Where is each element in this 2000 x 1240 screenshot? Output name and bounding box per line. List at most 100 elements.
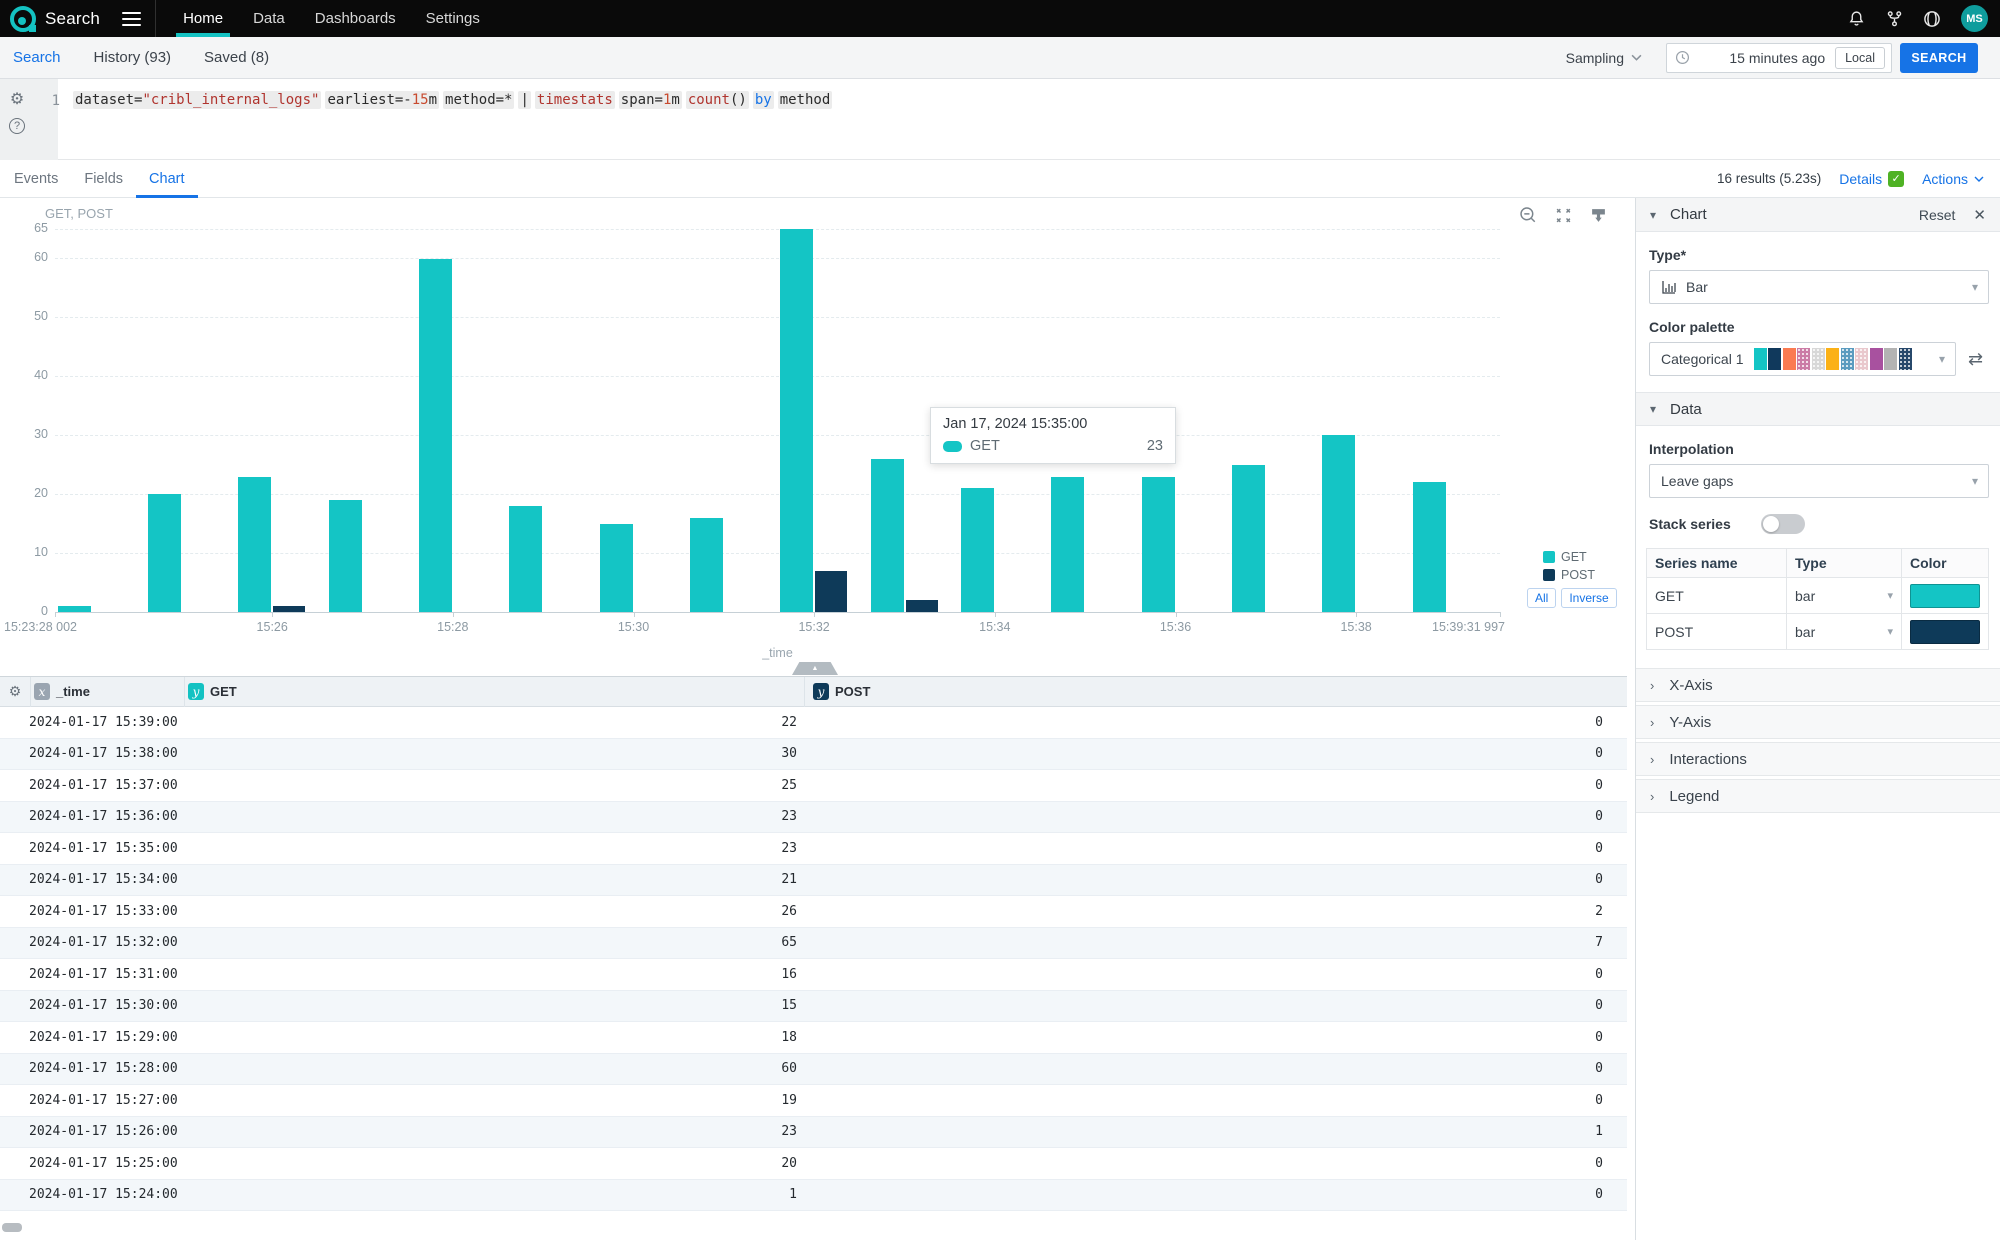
query-token: span=1m: [619, 91, 682, 109]
palette-swatch: [1797, 348, 1810, 370]
chart-type-select[interactable]: Bar ▾: [1649, 270, 1989, 304]
table-row[interactable]: 2024-01-17 15:28:00600: [0, 1054, 1627, 1086]
tab-events[interactable]: Events: [1, 160, 71, 198]
bar-get-15:39[interactable]: [1413, 482, 1446, 612]
data-section-header[interactable]: ▾ Data: [1636, 392, 2000, 426]
bar-get-15:24[interactable]: [58, 606, 91, 612]
bar-get-15:36[interactable]: [1142, 477, 1175, 613]
query-tokens[interactable]: dataset="cribl_internal_logs"earliest=-1…: [73, 92, 836, 108]
splitter-handle[interactable]: ▲: [792, 662, 838, 675]
tab-fields[interactable]: Fields: [71, 160, 136, 198]
subheader-right: Sampling 15 minutes ago Local SEARCH: [1566, 43, 2000, 73]
bar-get-15:37[interactable]: [1232, 465, 1265, 612]
bar-get-15:29[interactable]: [509, 506, 542, 612]
bar-get-15:33[interactable]: [871, 459, 904, 612]
bar-post-15:33[interactable]: [906, 600, 938, 612]
details-link[interactable]: Details ✓: [1839, 171, 1904, 187]
bar-get-15:26[interactable]: [238, 477, 271, 613]
query-editor[interactable]: ⚙ ? 1 dataset="cribl_internal_logs"earli…: [0, 79, 2000, 160]
table-row[interactable]: 2024-01-17 15:32:00657: [0, 928, 1627, 960]
search-button[interactable]: SEARCH: [1900, 43, 1978, 73]
legend-item-post[interactable]: POST: [1543, 568, 1617, 582]
swap-palette-icon[interactable]: ⇄: [1968, 349, 1983, 370]
help-ball-icon[interactable]: [1923, 10, 1941, 28]
interpolation-select[interactable]: Leave gaps ▾: [1649, 464, 1989, 498]
git-branch-icon[interactable]: [1885, 10, 1903, 28]
series-header-type: Type: [1787, 549, 1902, 577]
section-interactions[interactable]: ›Interactions: [1636, 742, 2000, 776]
actions-dropdown[interactable]: Actions: [1922, 171, 1984, 187]
style-brush-icon[interactable]: [1588, 205, 1608, 225]
bar-get-15:34[interactable]: [961, 488, 994, 612]
bar-get-15:25[interactable]: [148, 494, 181, 612]
bar-get-15:27[interactable]: [329, 500, 362, 612]
table-row[interactable]: 2024-01-17 15:35:00230: [0, 833, 1627, 865]
x-axis-end-tick: [1500, 612, 1501, 617]
legend-all-button[interactable]: All: [1527, 588, 1556, 608]
nav-item-data[interactable]: Data: [238, 0, 300, 37]
hamburger-menu-icon[interactable]: [122, 12, 141, 26]
section-y-axis[interactable]: ›Y-Axis: [1636, 705, 2000, 739]
color-palette-select[interactable]: Categorical 1 ▾: [1649, 342, 1956, 376]
section-legend[interactable]: ›Legend: [1636, 779, 2000, 813]
table-row[interactable]: 2024-01-17 15:25:00200: [0, 1148, 1627, 1180]
column-header-post[interactable]: yPOST: [805, 677, 1627, 707]
nav-item-home[interactable]: Home: [168, 0, 238, 37]
time-range-picker[interactable]: 15 minutes ago Local: [1666, 43, 1892, 73]
bar-get-15:31[interactable]: [690, 518, 723, 612]
table-settings-gear-icon[interactable]: ⚙: [0, 677, 31, 707]
legend-inverse-button[interactable]: Inverse: [1561, 588, 1616, 608]
nav-item-dashboards[interactable]: Dashboards: [300, 0, 411, 37]
legend-item-get[interactable]: GET: [1543, 550, 1617, 564]
table-row[interactable]: 2024-01-17 15:39:00220: [0, 707, 1627, 739]
table-row[interactable]: 2024-01-17 15:31:00160: [0, 959, 1627, 991]
zoom-out-icon[interactable]: [1518, 205, 1538, 225]
close-icon[interactable]: ✕: [1973, 206, 1986, 224]
editor-help-icon[interactable]: ?: [7, 116, 27, 136]
bar-get-15:38[interactable]: [1322, 435, 1355, 612]
table-row[interactable]: 2024-01-17 15:29:00180: [0, 1022, 1627, 1054]
bar-post-15:32[interactable]: [815, 571, 847, 612]
table-row[interactable]: 2024-01-17 15:34:00210: [0, 865, 1627, 897]
x-axis-tick-label: 15:34: [955, 620, 1035, 634]
x-axis-tick: [1356, 612, 1357, 617]
bar-get-15:28[interactable]: [419, 259, 452, 613]
series-color-swatch[interactable]: [1910, 620, 1980, 644]
series-type-select[interactable]: bar▾: [1787, 578, 1902, 613]
bar-get-15:30[interactable]: [600, 524, 633, 612]
notifications-icon[interactable]: [1847, 10, 1865, 28]
series-type-select[interactable]: bar▾: [1787, 614, 1902, 649]
bar-get-15:35[interactable]: [1051, 477, 1084, 613]
section-x-axis[interactable]: ›X-Axis: [1636, 668, 2000, 702]
tooltip-date: Jan 17, 2024 15:35:00: [943, 416, 1163, 432]
table-row[interactable]: 2024-01-17 15:38:00300: [0, 739, 1627, 771]
timezone-button[interactable]: Local: [1835, 47, 1885, 69]
cribl-logo-icon[interactable]: [10, 6, 36, 32]
horizontal-scrollbar-thumb[interactable]: [2, 1223, 22, 1232]
bar-get-15:32[interactable]: [780, 229, 813, 612]
bar-post-15:26[interactable]: [273, 606, 305, 612]
subtab-history[interactable]: History (93): [94, 49, 172, 66]
table-row[interactable]: 2024-01-17 15:33:00262: [0, 896, 1627, 928]
table-row[interactable]: 2024-01-17 15:24:0010: [0, 1180, 1627, 1212]
nav-item-settings[interactable]: Settings: [411, 0, 495, 37]
column-header-get[interactable]: yGET: [185, 677, 805, 707]
stack-series-toggle[interactable]: [1761, 514, 1805, 534]
series-color-swatch[interactable]: [1910, 584, 1980, 608]
column-header-_time[interactable]: x_time: [31, 677, 185, 707]
table-row[interactable]: 2024-01-17 15:27:00190: [0, 1085, 1627, 1117]
table-row[interactable]: 2024-01-17 15:30:00150: [0, 991, 1627, 1023]
table-row[interactable]: 2024-01-17 15:37:00250: [0, 770, 1627, 802]
table-row[interactable]: 2024-01-17 15:36:00230: [0, 802, 1627, 834]
section-label: Y-Axis: [1669, 714, 1711, 731]
sampling-dropdown[interactable]: Sampling: [1566, 50, 1642, 66]
editor-settings-gear-icon[interactable]: ⚙: [7, 89, 27, 109]
subtab-saved[interactable]: Saved (8): [204, 49, 269, 66]
tab-chart[interactable]: Chart: [136, 160, 197, 198]
panel-header[interactable]: ▾ Chart Reset ✕: [1636, 198, 2000, 232]
avatar[interactable]: MS: [1961, 5, 1988, 32]
table-row[interactable]: 2024-01-17 15:26:00231: [0, 1117, 1627, 1149]
reset-button[interactable]: Reset: [1919, 207, 1956, 223]
subtab-search[interactable]: Search: [13, 49, 61, 66]
expand-icon[interactable]: [1553, 205, 1573, 225]
